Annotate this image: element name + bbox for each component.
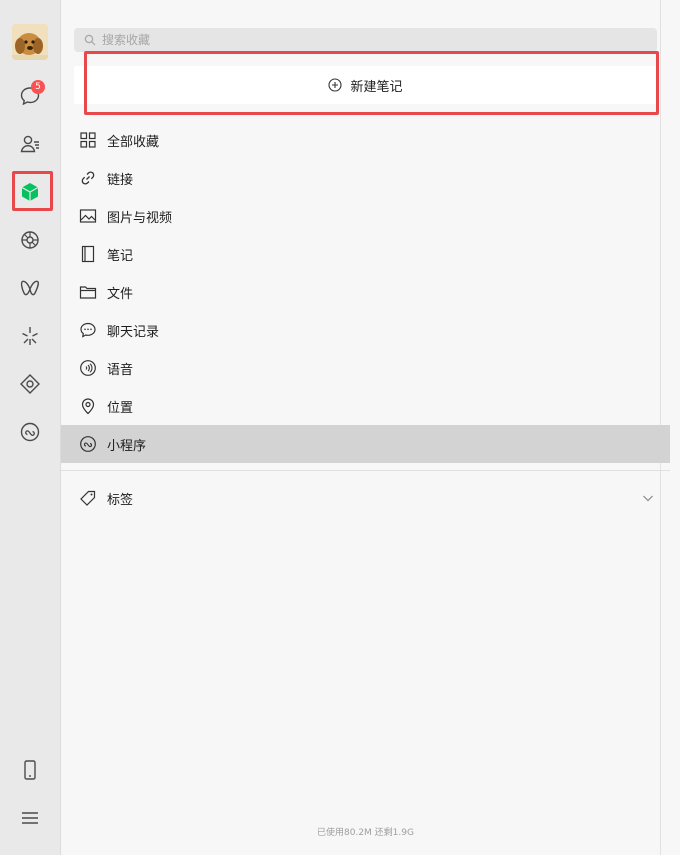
menu-item-label: 小程序 xyxy=(107,438,147,454)
chat-record-icon xyxy=(80,322,96,338)
favorites-panel: 新建笔记 全部收藏 链接 图片与视频 笔记 文件 聊天记录 语音 xyxy=(61,0,670,855)
menu-item-links[interactable]: 链接 xyxy=(61,159,670,197)
notebook-icon xyxy=(81,245,95,263)
avatar[interactable] xyxy=(12,24,48,60)
menu-item-label: 图片与视频 xyxy=(107,210,173,226)
menu-item-voice[interactable]: 语音 xyxy=(61,349,670,387)
discover-nav-button[interactable] xyxy=(12,318,48,354)
channels-icon xyxy=(20,280,39,296)
contacts-icon xyxy=(20,135,39,153)
menu-item-location[interactable]: 位置 xyxy=(61,387,670,425)
location-icon xyxy=(81,398,95,415)
search-nav-button[interactable] xyxy=(12,366,48,402)
menu-item-mini-programs[interactable]: 小程序 xyxy=(61,425,670,463)
moments-icon xyxy=(21,231,39,249)
tags-section-toggle[interactable]: 标签 xyxy=(61,479,670,517)
contacts-nav-button[interactable] xyxy=(12,126,48,162)
chevron-down-icon[interactable] xyxy=(642,492,654,504)
discover-icon xyxy=(22,327,38,345)
phone-icon xyxy=(24,760,36,780)
favorites-icon xyxy=(21,183,39,201)
menu-item-label: 聊天记录 xyxy=(107,324,160,340)
divider xyxy=(61,470,670,471)
link-icon xyxy=(81,171,95,185)
image-icon xyxy=(79,209,97,223)
new-note-button[interactable]: 新建笔记 xyxy=(74,66,657,104)
menu-icon xyxy=(22,812,38,824)
unread-badge: 5 xyxy=(31,80,45,94)
menu-item-label: 笔记 xyxy=(107,248,134,264)
menu-item-label: 文件 xyxy=(107,286,134,302)
mini-program-nav-button[interactable] xyxy=(12,414,48,450)
folder-icon xyxy=(79,286,97,299)
left-nav-rail: 5 xyxy=(0,0,61,855)
menu-item-files[interactable]: 文件 xyxy=(61,273,670,311)
menu-item-label: 全部收藏 xyxy=(107,134,160,150)
new-note-label: 新建笔记 xyxy=(350,79,403,95)
plus-circle-icon xyxy=(328,78,343,92)
storage-usage-text: 已使用80.2M 还剩1.9G xyxy=(317,828,414,838)
channels-nav-button[interactable] xyxy=(12,270,48,306)
tag-icon xyxy=(80,490,96,506)
voice-icon xyxy=(80,360,96,376)
menu-button[interactable] xyxy=(12,800,48,836)
menu-item-notes[interactable]: 笔记 xyxy=(61,235,670,273)
menu-item-all[interactable]: 全部收藏 xyxy=(61,121,670,159)
search-bar[interactable] xyxy=(74,28,657,52)
search-icon xyxy=(84,34,96,46)
phone-button[interactable] xyxy=(12,752,48,788)
menu-item-label: 语音 xyxy=(107,362,134,378)
search-input[interactable] xyxy=(102,33,622,47)
grid-icon xyxy=(80,132,96,148)
favorites-nav-button[interactable] xyxy=(12,174,48,210)
favorites-category-list: 全部收藏 链接 图片与视频 笔记 文件 聊天记录 语音 位置 小程序 xyxy=(61,121,670,463)
menu-item-label: 链接 xyxy=(107,172,134,188)
menu-item-chat-records[interactable]: 聊天记录 xyxy=(61,311,670,349)
mini-program-icon xyxy=(20,422,40,442)
menu-item-images-videos[interactable]: 图片与视频 xyxy=(61,197,670,235)
tags-label: 标签 xyxy=(107,492,134,508)
mini-program-icon xyxy=(80,436,96,452)
search-square-icon xyxy=(20,374,40,394)
moments-nav-button[interactable] xyxy=(12,222,48,258)
menu-item-label: 位置 xyxy=(107,400,134,416)
